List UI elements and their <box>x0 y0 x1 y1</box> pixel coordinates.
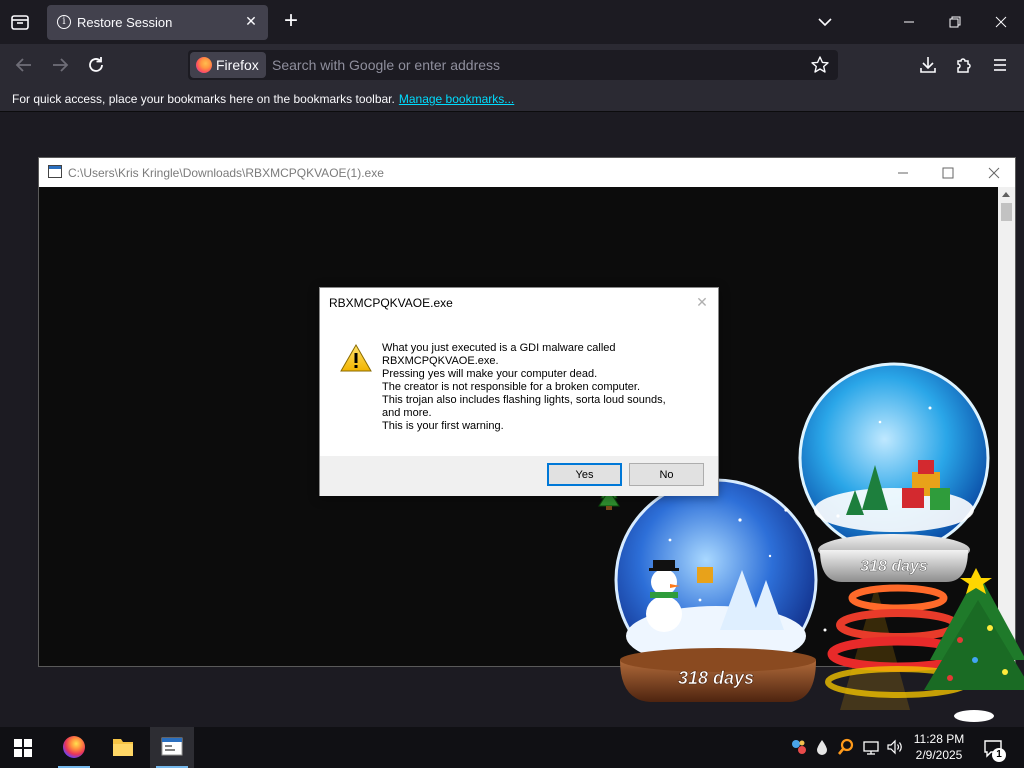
extensions-button[interactable] <box>952 53 976 77</box>
identity-box[interactable]: Firefox <box>190 52 266 78</box>
tab-close-icon[interactable]: ✕ <box>242 12 260 30</box>
message-box-dialog: RBXMCPQKVAOE.exe ✕ What you just execute… <box>319 287 719 496</box>
download-icon <box>920 57 936 73</box>
console-title: C:\Users\Kris Kringle\Downloads\RBXMCPQK… <box>68 166 384 180</box>
notification-count-badge: 1 <box>992 748 1006 762</box>
warning-icon <box>340 344 372 372</box>
navigation-toolbar: Firefox <box>0 44 1024 86</box>
message-line: The creator is not responsible for a bro… <box>382 381 641 393</box>
app-menu-button[interactable] <box>988 53 1012 77</box>
forward-button[interactable] <box>48 53 72 77</box>
close-icon <box>995 16 1007 28</box>
taskbar-console[interactable] <box>150 727 194 768</box>
message-line: and more. <box>382 407 432 419</box>
minimize-icon <box>898 172 908 174</box>
tab-title: Restore Session <box>77 15 173 30</box>
console-maximize-button[interactable] <box>936 162 960 184</box>
tray-volume-icon[interactable] <box>885 737 905 757</box>
bookmarks-hint-text: For quick access, place your bookmarks h… <box>12 92 395 106</box>
network-icon <box>863 741 879 755</box>
firefox-icon <box>63 736 85 758</box>
message-line: This is your first warning. <box>382 420 504 432</box>
address-input[interactable] <box>272 50 792 80</box>
close-window-button[interactable] <box>989 10 1013 34</box>
start-button[interactable] <box>14 739 32 757</box>
puzzle-icon <box>957 58 971 73</box>
magnifier-icon <box>837 738 854 755</box>
bookmarks-toolbar: For quick access, place your bookmarks h… <box>0 86 1024 112</box>
close-icon <box>988 167 1000 179</box>
message-line: This trojan also includes flashing light… <box>382 394 666 406</box>
dialog-button-row: Yes No <box>320 456 718 496</box>
identity-label: Firefox <box>216 57 259 73</box>
firefox-logo-icon <box>196 57 212 73</box>
clock-time: 11:28 PM <box>913 732 965 746</box>
dialog-message: What you just executed is a GDI malware … <box>382 342 666 433</box>
forward-arrow-icon <box>53 58 69 72</box>
minimize-icon <box>904 21 914 23</box>
system-clock[interactable]: 11:28 PM 2/9/2025 <box>906 731 972 763</box>
back-button[interactable] <box>12 53 36 77</box>
taskbar-file-explorer[interactable] <box>101 727 145 768</box>
restore-button[interactable] <box>943 10 967 34</box>
taskbar-firefox[interactable] <box>52 727 96 768</box>
downloads-button[interactable] <box>916 53 940 77</box>
message-line: RBXMCPQKVAOE.exe. <box>382 355 499 367</box>
console-window-icon <box>161 737 183 756</box>
scrollbar-thumb[interactable] <box>1001 203 1012 221</box>
new-tab-button[interactable]: + <box>279 9 303 33</box>
star-icon <box>811 56 829 73</box>
console-titlebar[interactable]: C:\Users\Kris Kringle\Downloads\RBXMCPQK… <box>39 158 1015 187</box>
clock-date: 2/9/2025 <box>915 748 963 762</box>
maximize-icon <box>942 167 954 179</box>
folder-icon <box>113 739 133 756</box>
tab-restore-session[interactable]: i Restore Session ✕ <box>47 5 268 40</box>
minimize-button[interactable] <box>897 10 921 34</box>
message-line: What you just executed is a GDI malware … <box>382 342 616 354</box>
list-all-tabs-button[interactable] <box>814 12 836 32</box>
speaker-icon <box>887 739 902 755</box>
firefox-view-button[interactable] <box>8 10 32 34</box>
tray-drop-icon[interactable] <box>812 737 832 757</box>
console-close-button[interactable] <box>982 162 1006 184</box>
yes-button[interactable]: Yes <box>547 463 622 486</box>
info-icon: i <box>57 15 71 29</box>
scroll-up-arrow-icon[interactable] <box>1002 192 1010 197</box>
reload-button[interactable] <box>84 53 108 77</box>
taskbar: 11:28 PM 2/9/2025 1 <box>0 727 1024 768</box>
dialog-title: RBXMCPQKVAOE.exe <box>329 296 453 310</box>
console-scrollbar[interactable] <box>998 187 1015 667</box>
url-bar: Firefox <box>188 50 838 80</box>
message-line: Pressing yes will make your computer dea… <box>382 368 598 380</box>
console-minimize-button[interactable] <box>891 162 915 184</box>
restore-icon <box>949 16 961 28</box>
tray-network-icon[interactable] <box>861 737 881 757</box>
reload-icon <box>89 57 103 72</box>
tray-app-icon[interactable] <box>789 737 809 757</box>
firefox-view-icon <box>11 15 29 30</box>
tray-search-icon[interactable] <box>836 737 856 757</box>
console-app-icon <box>48 165 62 178</box>
water-drop-icon <box>817 740 827 755</box>
chevron-down-icon <box>818 18 832 27</box>
dialog-close-button[interactable]: ✕ <box>692 292 712 312</box>
manage-bookmarks-link[interactable]: Manage bookmarks... <box>399 92 514 106</box>
bookmark-star-button[interactable] <box>810 55 830 75</box>
no-button[interactable]: No <box>629 463 704 486</box>
tray-apps-icon <box>792 740 806 754</box>
hamburger-menu-icon <box>994 59 1006 71</box>
bookmarks-message: For quick access, place your bookmarks h… <box>12 92 514 106</box>
tab-bar: i Restore Session ✕ + <box>0 0 1024 44</box>
back-arrow-icon <box>15 58 31 72</box>
